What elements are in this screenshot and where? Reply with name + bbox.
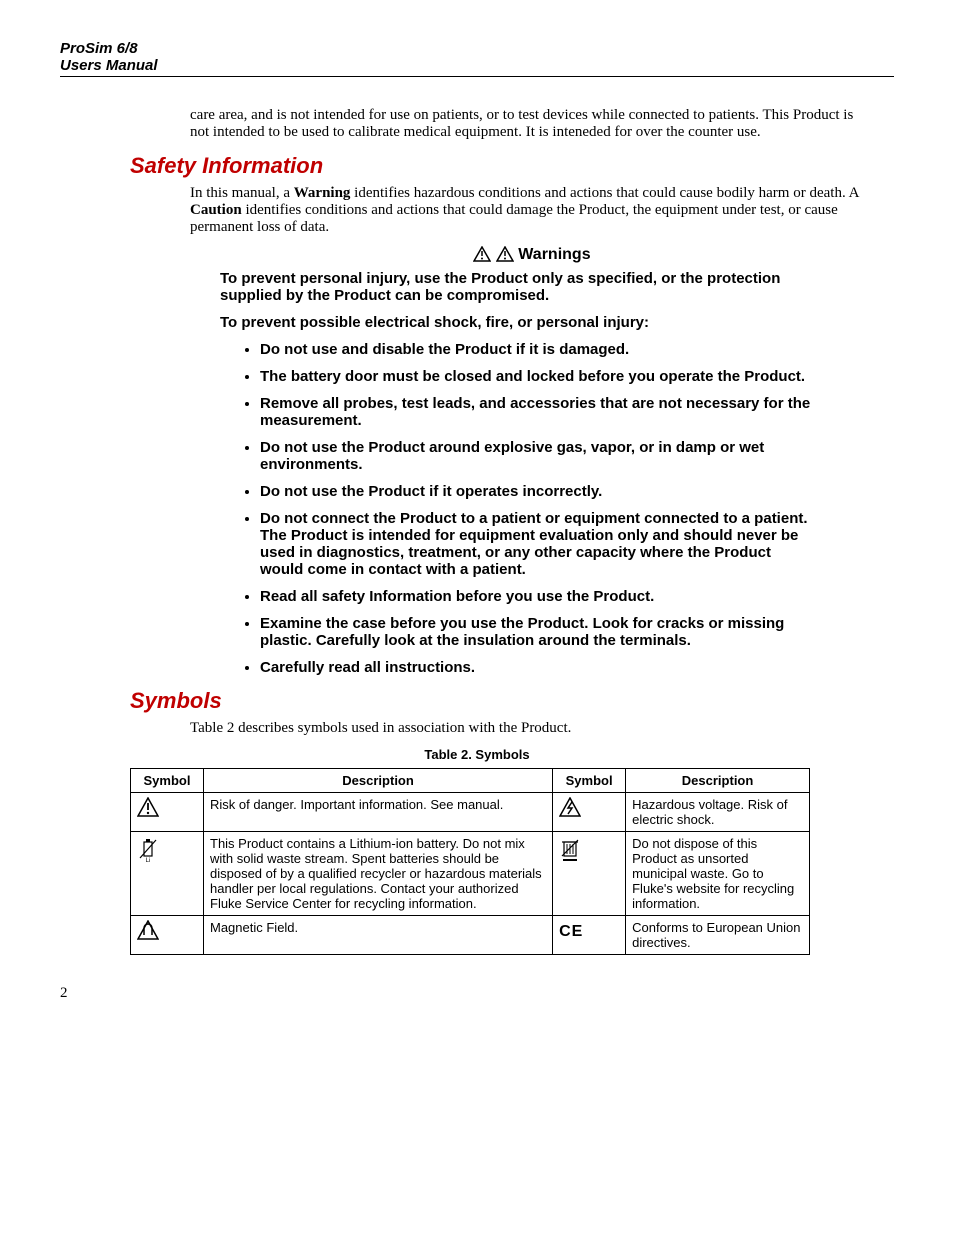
table-cell: Magnetic Field. [204, 916, 553, 955]
list-item: Remove all probes, test leads, and acces… [260, 395, 814, 429]
hazard-voltage-icon [559, 797, 581, 817]
col-header-symbol: Symbol [553, 769, 626, 793]
table-cell: This Product contains a Lithium-ion batt… [204, 832, 553, 916]
warning-triangle-icon [473, 246, 491, 262]
table-cell: Do not dispose of this Product as unsort… [626, 832, 810, 916]
list-item: Do not use the Product if it operates in… [260, 483, 814, 500]
table-row: Li This Product contains a Lithium-ion b… [131, 832, 810, 916]
table-row: Magnetic Field. CE Conforms to European … [131, 916, 810, 955]
table-cell: Hazardous voltage. Risk of electric shoc… [626, 793, 810, 832]
list-item: The battery door must be closed and lock… [260, 368, 814, 385]
warnings-para-2: To prevent possible electrical shock, fi… [220, 314, 834, 331]
col-header-description: Description [626, 769, 810, 793]
symbols-section-title: Symbols [130, 688, 894, 714]
page-number: 2 [60, 985, 894, 1002]
safety-intro-text: In this manual, a Warning identifies haz… [190, 185, 874, 236]
magnetic-field-icon [137, 920, 159, 940]
list-item: Examine the case before you use the Prod… [260, 615, 814, 649]
table-caption: Table 2. Symbols [60, 747, 894, 762]
table-cell: Risk of danger. Important information. S… [204, 793, 553, 832]
warnings-heading: Warnings [190, 246, 874, 264]
list-item: Do not use and disable the Product if it… [260, 341, 814, 358]
warnings-list: Do not use and disable the Product if it… [240, 341, 814, 676]
ce-mark-icon: CE [559, 923, 583, 940]
svg-text:Li: Li [146, 858, 151, 862]
table-header-row: Symbol Description Symbol Description [131, 769, 810, 793]
table-row: Risk of danger. Important information. S… [131, 793, 810, 832]
safety-section-title: Safety Information [130, 153, 894, 179]
warning-triangle-icon [137, 797, 159, 817]
list-item: Do not connect the Product to a patient … [260, 510, 814, 578]
col-header-symbol: Symbol [131, 769, 204, 793]
page-header: ProSim 6/8 Users Manual [60, 40, 894, 77]
list-item: Read all safety Information before you u… [260, 588, 814, 605]
table-cell: Conforms to European Union directives. [626, 916, 810, 955]
lithium-battery-icon: Li [137, 836, 159, 862]
symbols-intro-text: Table 2 describes symbols used in associ… [190, 720, 874, 737]
symbols-table: Symbol Description Symbol Description Ri… [130, 768, 810, 955]
list-item: Do not use the Product around explosive … [260, 439, 814, 473]
warning-triangle-icon [496, 246, 514, 262]
weee-bin-icon [559, 836, 581, 862]
warnings-para-1: To prevent personal injury, use the Prod… [220, 270, 834, 304]
intro-continuation-text: care area, and is not intended for use o… [190, 107, 874, 141]
col-header-description: Description [204, 769, 553, 793]
list-item: Carefully read all instructions. [260, 659, 814, 676]
header-subtitle: Users Manual [60, 57, 894, 74]
header-title: ProSim 6/8 [60, 40, 894, 57]
